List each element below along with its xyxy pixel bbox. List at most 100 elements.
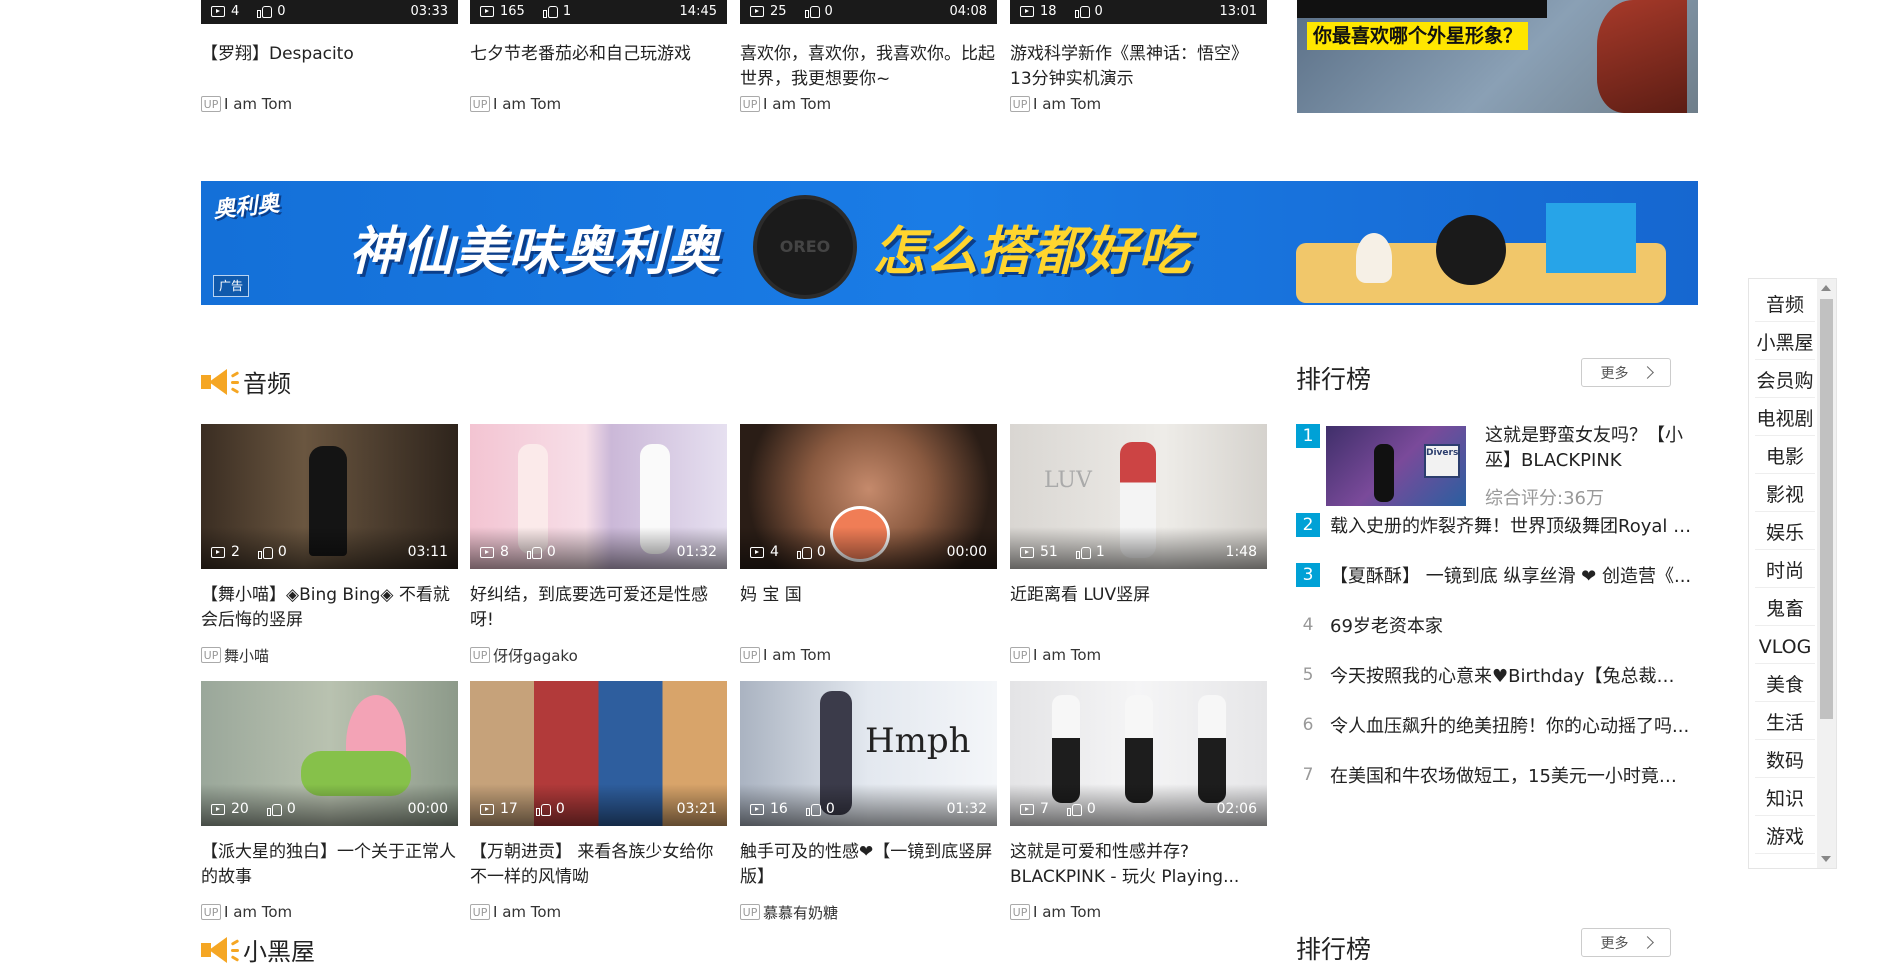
rank-number: 3: [1296, 563, 1320, 587]
video-title[interactable]: 【罗翔】Despacito: [201, 42, 458, 92]
side-nav-item[interactable]: 娱乐: [1755, 517, 1815, 550]
ranking-more-button[interactable]: 更多: [1581, 358, 1671, 387]
ranking-featured-score: 综合评分:36万: [1485, 488, 1604, 509]
video-title[interactable]: 七夕节老番茄必和自己玩游戏: [470, 42, 727, 92]
scroll-up-arrow-icon[interactable]: [1821, 285, 1831, 291]
video-title[interactable]: 喜欢你，喜欢你，我喜欢你。比起世界，我更想要你~: [740, 42, 997, 92]
video-thumbnail[interactable]: 4 0 03:33: [201, 0, 458, 24]
side-nav-item[interactable]: 时尚: [1755, 555, 1815, 588]
video-card[interactable]: 8 0 01:32 好纠结，到底要选可爱还是性感呀! UP 伢伢gagako: [470, 424, 727, 665]
video-thumbnail[interactable]: 20 0 00:00: [201, 681, 458, 826]
rank-number: 2: [1296, 513, 1320, 537]
video-card[interactable]: 4 0 00:00 妈 宝 国 UP I am Tom: [740, 424, 997, 665]
video-card[interactable]: 18 0 13:01 游戏科学新作《黑神话：悟空》13分钟实机演示 UP I am…: [1010, 0, 1267, 114]
video-title[interactable]: 【舞小喵】◈Bing Bing◈ 不看就会后悔的竖屏: [201, 583, 458, 633]
side-nav-item[interactable]: 电视剧: [1755, 403, 1815, 436]
ranking-item[interactable]: 4 69岁老资本家: [1296, 612, 1692, 638]
video-thumbnail[interactable]: 2 0 03:11: [201, 424, 458, 569]
uploader[interactable]: UP 舞小喵: [201, 645, 458, 665]
oreo-banner-ad[interactable]: 奥利奥 神仙美味奥利奥 OREO 怎么搭都好吃 广告: [201, 181, 1698, 305]
ranking-item[interactable]: 3 【夏酥酥】 一镜到底 纵享丝滑 ❤ 创造营《...: [1296, 562, 1692, 588]
side-nav-item[interactable]: 生活: [1755, 707, 1815, 740]
video-title[interactable]: 触手可及的性感❤【一镜到底竖屏版】: [740, 840, 997, 890]
side-nav-item[interactable]: VLOG: [1755, 631, 1815, 664]
video-thumbnail[interactable]: 165 1 14:45: [470, 0, 727, 24]
side-nav-item[interactable]: 影视: [1755, 479, 1815, 512]
play-count-icon: [211, 5, 225, 17]
uploader[interactable]: UP I am Tom: [201, 902, 458, 922]
video-thumbnail[interactable]: 4 0 00:00: [740, 424, 997, 569]
side-nav-item[interactable]: 知识: [1755, 783, 1815, 816]
play-count-icon: [480, 5, 494, 17]
uploader[interactable]: UP I am Tom: [201, 94, 458, 114]
ranking-item[interactable]: 5 今天按照我的心意来♥Birthday【兔总裁生日...: [1296, 662, 1692, 688]
like-icon: [1074, 4, 1091, 18]
like-icon: [805, 802, 822, 816]
up-badge: UP: [470, 96, 490, 112]
play-count-icon: [1020, 546, 1034, 558]
video-title[interactable]: 这就是可爱和性感并存? BLACKPINK - 玩火 Playing...: [1010, 840, 1267, 890]
video-thumbnail[interactable]: LUV 51 1 1:48: [1010, 424, 1267, 569]
uploader[interactable]: UP I am Tom: [740, 94, 997, 114]
video-card[interactable]: 17 0 03:21 【万朝进贡】 来看各族少女给你不一样的风情呦 UP I am…: [470, 681, 727, 922]
side-nav-item[interactable]: 鬼畜: [1755, 593, 1815, 626]
uploader[interactable]: UP I am Tom: [740, 645, 997, 665]
like-icon: [804, 4, 821, 18]
scroll-down-arrow-icon[interactable]: [1821, 856, 1831, 862]
video-thumbnail[interactable]: 25 0 04:08: [740, 0, 997, 24]
ranking-item[interactable]: 7 在美国和牛农场做短工，15美元一小时竟然...: [1296, 762, 1692, 788]
section-heading-blackroom: 小黑屋: [201, 932, 315, 967]
side-nav-item[interactable]: 会员购: [1755, 365, 1815, 398]
uploader[interactable]: UP I am Tom: [470, 94, 727, 114]
ranking-item[interactable]: 2 载入史册的炸裂齐舞！世界顶级舞团Royal F...: [1296, 512, 1692, 538]
video-thumbnail[interactable]: Hmph 16 0 01:32: [740, 681, 997, 826]
uploader[interactable]: UP I am Tom: [470, 902, 727, 922]
play-count-icon: [480, 546, 494, 558]
side-nav-item[interactable]: 音频: [1755, 289, 1815, 322]
ranking-more-button[interactable]: 更多: [1581, 928, 1671, 957]
side-nav-item[interactable]: 电影: [1755, 441, 1815, 474]
scrollbar-thumb[interactable]: [1820, 299, 1833, 719]
video-title[interactable]: 妈 宝 国: [740, 583, 997, 633]
video-card[interactable]: 25 0 04:08 喜欢你，喜欢你，我喜欢你。比起世界，我更想要你~ UP I …: [740, 0, 997, 114]
uploader[interactable]: UP I am Tom: [1010, 645, 1267, 665]
side-nav-item[interactable]: 游戏: [1755, 821, 1815, 854]
video-card[interactable]: 4 0 03:33 【罗翔】Despacito UP I am Tom: [201, 0, 458, 114]
like-icon: [257, 4, 273, 18]
video-title[interactable]: 【派大星的独白】一个关于正常人的故事: [201, 840, 458, 890]
video-card[interactable]: Hmph 16 0 01:32 触手可及的性感❤【一镜到底竖屏版】 UP 慕慕有奶…: [740, 681, 997, 922]
uploader[interactable]: UP 慕慕有奶糖: [740, 902, 997, 922]
scrollbar[interactable]: [1817, 279, 1836, 868]
like-icon: [257, 545, 274, 559]
promo-image[interactable]: 你最喜欢哪个外星形象？: [1297, 0, 1698, 113]
thumb-text-luv: LUV: [1044, 468, 1092, 493]
video-thumbnail[interactable]: 17 0 03:21: [470, 681, 727, 826]
side-nav-item[interactable]: 数码: [1755, 745, 1815, 778]
video-thumbnail[interactable]: 8 0 01:32: [470, 424, 727, 569]
up-badge: UP: [740, 904, 760, 920]
up-badge: UP: [201, 647, 221, 663]
video-title[interactable]: 游戏科学新作《黑神话：悟空》13分钟实机演示: [1010, 42, 1267, 92]
ranking-item[interactable]: 6 令人血压飙升的绝美扭胯！你的心动摇了吗...: [1296, 712, 1692, 738]
video-card[interactable]: 2 0 03:11 【舞小喵】◈Bing Bing◈ 不看就会后悔的竖屏 UP 舞…: [201, 424, 458, 665]
video-card[interactable]: 20 0 00:00 【派大星的独白】一个关于正常人的故事 UP I am Tom: [201, 681, 458, 922]
video-title[interactable]: 好纠结，到底要选可爱还是性感呀!: [470, 583, 727, 633]
side-nav-item[interactable]: 美食: [1755, 669, 1815, 702]
ranking-title: 排行榜: [1296, 935, 1372, 964]
video-card[interactable]: 165 1 14:45 七夕节老番茄必和自己玩游戏 UP I am Tom: [470, 0, 727, 114]
video-title[interactable]: 【万朝进贡】 来看各族少女给你不一样的风情呦: [470, 840, 727, 890]
video-title[interactable]: 近距离看 LUV竖屏: [1010, 583, 1267, 633]
ranking-featured-thumbnail[interactable]: Divers: [1326, 426, 1466, 506]
video-thumbnail[interactable]: 7 0 02:06: [1010, 681, 1267, 826]
play-count-icon: [750, 803, 764, 815]
side-nav-item[interactable]: 小黑屋: [1755, 327, 1815, 360]
ranking-featured-title[interactable]: 这就是野蛮女友吗？【小巫】BLACKPINK《Pret...: [1485, 423, 1690, 473]
video-thumbnail[interactable]: 18 0 13:01: [1010, 0, 1267, 24]
ad-tag: 广告: [213, 275, 250, 297]
video-card[interactable]: 7 0 02:06 这就是可爱和性感并存? BLACKPINK - 玩火 Pla…: [1010, 681, 1267, 922]
uploader[interactable]: UP I am Tom: [1010, 94, 1267, 114]
uploader[interactable]: UP I am Tom: [1010, 902, 1267, 922]
video-card[interactable]: LUV 51 1 1:48 近距离看 LUV竖屏 UP I am Tom: [1010, 424, 1267, 665]
ranking-title: 排行榜: [1296, 365, 1372, 394]
uploader[interactable]: UP 伢伢gagako: [470, 645, 727, 665]
